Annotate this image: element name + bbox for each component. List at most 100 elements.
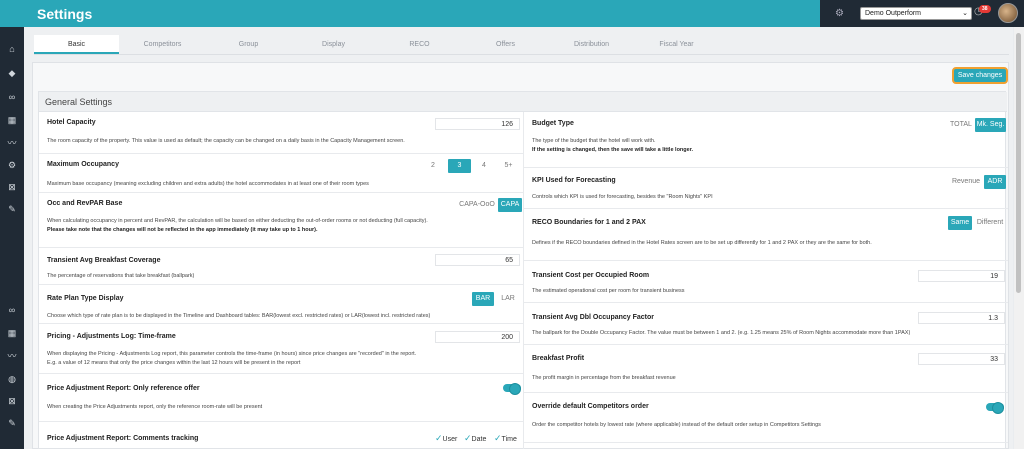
kpi-selector: Revenue ADR	[951, 175, 1007, 189]
binoculars-icon[interactable]: ∞	[7, 92, 17, 102]
setting-desc: The estimated operational cost per room …	[532, 288, 685, 294]
setting-label: Pricing - Adjustments Log: Time-frame	[47, 333, 176, 340]
reco-boundaries-selector: Same Different	[948, 216, 1008, 230]
setting-reference-offer: Price Adjustment Report: Only reference …	[39, 374, 523, 422]
setting-desc: The room capacity of the property. This …	[47, 138, 405, 144]
option-4[interactable]: 4	[473, 159, 495, 173]
setting-rate-plan-display: Rate Plan Type Display BAR LAR Choose wh…	[39, 285, 523, 324]
setting-occ-revpar-base: Occ and RevPAR Base CAPA-OoO CAPA When c…	[39, 193, 523, 248]
hotel-capacity-input[interactable]: 126	[435, 118, 520, 130]
setting-maximum-occupancy: Maximum Occupancy 2 3 4 5+ Maximum base …	[39, 154, 523, 193]
section-title: General Settings	[45, 97, 113, 107]
settings-panel: Save changes General Settings Hotel Capa…	[32, 62, 1009, 449]
setting-desc: Maximum base occupancy (meaning excludin…	[47, 181, 369, 187]
setting-desc: The type of the budget that the hotel wi…	[532, 138, 656, 144]
setting-label: Occ and RevPAR Base	[47, 200, 123, 207]
option-revenue[interactable]: Revenue	[951, 175, 981, 189]
tab-reco[interactable]: RECO	[377, 35, 462, 54]
topbar-right: ⚙ Demo Outperform ⌄ ◷ 38	[820, 0, 1024, 27]
option-5-plus[interactable]: 5+	[497, 159, 520, 173]
tab-basic[interactable]: Basic	[34, 35, 119, 54]
binoculars-icon[interactable]: ∞	[7, 305, 17, 315]
setting-desc: When calculating occupancy in percent an…	[47, 218, 428, 224]
rate-plan-selector: BAR LAR	[472, 292, 522, 306]
option-adr[interactable]: ADR	[984, 175, 1006, 189]
dbl-occupancy-input[interactable]: 1.3	[918, 312, 1005, 324]
sidebar: ⌂ ◆ ∞ ▦ 〰 ⚙ ⊠ ✎ ∞ ▦ 〰 ◍ ⊠ ✎	[0, 27, 24, 449]
setting-hotel-capacity: Hotel Capacity 126 The room capacity of …	[39, 112, 523, 154]
scrollbar[interactable]	[1014, 27, 1024, 449]
setting-comments-tracking: Price Adjustment Report: Comments tracki…	[39, 422, 523, 449]
check-time[interactable]: ✓Time	[494, 433, 517, 444]
setting-breakfast-coverage: Transient Avg Breakfast Coverage 65 The …	[39, 248, 523, 285]
setting-kpi-forecasting: KPI Used for Forecasting Revenue ADR Con…	[524, 168, 1008, 209]
right-column: Budget Type TOTAL Mk. Seg. The type of t…	[523, 112, 1008, 449]
hotel-select[interactable]: Demo Outperform ⌄	[860, 7, 972, 20]
table-icon[interactable]: ▦	[7, 328, 17, 338]
option-capa-ooo[interactable]: CAPA-OoO	[458, 198, 496, 212]
setting-desc-example: E.g. a value of 12 means that only the p…	[47, 360, 301, 366]
setting-label: Budget Type	[532, 120, 574, 127]
budget-type-selector: TOTAL Mk. Seg.	[949, 118, 1007, 132]
option-same[interactable]: Same	[948, 216, 972, 230]
tab-competitors[interactable]: Competitors	[120, 35, 205, 54]
notification-badge: 38	[979, 5, 991, 13]
setting-label: Price Adjustment Report: Only reference …	[47, 385, 200, 392]
option-different[interactable]: Different	[974, 216, 1006, 230]
tab-distribution[interactable]: Distribution	[549, 35, 634, 54]
hotel-select-value: Demo Outperform	[865, 10, 922, 17]
tab-offers[interactable]: Offers	[463, 35, 548, 54]
scroll-thumb[interactable]	[1016, 33, 1021, 293]
report-icon[interactable]: ⊠	[7, 182, 17, 192]
setting-label: Hotel Capacity	[47, 119, 96, 126]
setting-cost-per-room: Transient Cost per Occupied Room 19 The …	[524, 261, 1008, 303]
setting-label: Rate Plan Type Display	[47, 295, 124, 302]
setting-note: Please take note that the changes will n…	[47, 227, 318, 233]
home-icon[interactable]: ⌂	[7, 44, 17, 54]
option-capa[interactable]: CAPA	[498, 198, 522, 212]
setting-breakfast-profit: Breakfast Profit 33 The profit margin in…	[524, 345, 1008, 393]
setting-competitors-order: Override default Competitors order Order…	[524, 393, 1008, 443]
competitors-order-toggle[interactable]	[986, 402, 1004, 414]
gear-icon[interactable]: ⚙	[835, 8, 846, 19]
setting-label: Transient Avg Dbl Occupancy Factor	[532, 314, 655, 321]
reference-offer-toggle[interactable]	[503, 383, 521, 395]
report-icon[interactable]: ⊠	[7, 396, 17, 406]
wrench-icon[interactable]: ✎	[7, 418, 17, 428]
setting-desc: The percentage of reservations that take…	[47, 273, 195, 279]
option-lar[interactable]: LAR	[497, 292, 519, 306]
table-icon[interactable]: ▦	[7, 115, 17, 125]
check-date[interactable]: ✓Date	[464, 433, 486, 444]
settings-tabs: Basic Competitors Group Display RECO Off…	[34, 35, 1009, 55]
option-total[interactable]: TOTAL	[949, 118, 973, 132]
cost-per-room-input[interactable]: 19	[918, 270, 1005, 282]
setting-dbl-occupancy: Transient Avg Dbl Occupancy Factor 1.3 T…	[524, 303, 1008, 345]
option-2[interactable]: 2	[422, 159, 444, 173]
breakfast-coverage-input[interactable]: 65	[435, 254, 520, 266]
breakfast-profit-input[interactable]: 33	[918, 353, 1005, 365]
wrench-icon[interactable]: ✎	[7, 204, 17, 214]
tab-group[interactable]: Group	[206, 35, 291, 54]
gear-icon[interactable]: ⚙	[7, 160, 17, 170]
setting-budget-type: Budget Type TOTAL Mk. Seg. The type of t…	[524, 112, 1008, 168]
tab-fiscal-year[interactable]: Fiscal Year	[634, 35, 719, 54]
occ-base-selector: CAPA-OoO CAPA	[458, 198, 523, 212]
option-mk-seg[interactable]: Mk. Seg.	[975, 118, 1006, 132]
tab-display[interactable]: Display	[291, 35, 376, 54]
check-icon: ✓	[494, 433, 502, 443]
adjustments-log-input[interactable]: 200	[435, 331, 520, 343]
setting-label: Maximum Occupancy	[47, 161, 119, 168]
setting-desc: The ballpark for the Double Occupancy Fa…	[532, 330, 911, 336]
diamond-icon[interactable]: ◆	[7, 68, 17, 78]
setting-desc: The profit margin in percentage from the…	[532, 375, 676, 381]
check-user[interactable]: ✓User	[435, 433, 457, 444]
setting-label: Breakfast Profit	[532, 355, 585, 362]
avatar[interactable]	[998, 3, 1018, 23]
chart-line-icon[interactable]: 〰	[7, 351, 17, 361]
chart-line-icon[interactable]: 〰	[7, 138, 17, 148]
globe-icon[interactable]: ◍	[7, 374, 17, 384]
option-bar[interactable]: BAR	[472, 292, 494, 306]
option-3[interactable]: 3	[448, 159, 471, 173]
max-occupancy-selector: 2 3 4 5+	[422, 159, 522, 173]
save-button[interactable]: Save changes	[952, 67, 1008, 84]
